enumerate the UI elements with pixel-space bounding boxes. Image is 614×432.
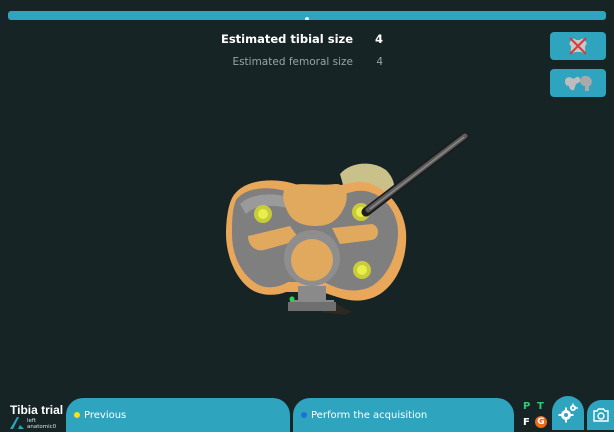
hide-femur-button[interactable] xyxy=(550,32,606,60)
tibial-size-label: Estimated tibial size xyxy=(220,32,353,46)
blue-dot-icon xyxy=(301,412,307,418)
bone-hidden-icon xyxy=(569,37,587,55)
side-label-line2: anatomic0 xyxy=(27,424,57,430)
settings-button[interactable] xyxy=(552,396,584,430)
tibial-size-value: 4 xyxy=(374,32,383,46)
previous-label: Previous xyxy=(84,409,127,421)
tibial-size-row: Estimated tibial size 4 xyxy=(218,32,418,46)
acquire-label: Perform the acquisition xyxy=(311,409,428,421)
femoral-size-row: Estimated femoral size 4 xyxy=(218,55,418,69)
tracker-p-status: P xyxy=(523,401,531,412)
femoral-size-label: Estimated femoral size xyxy=(232,56,353,68)
tracker-f-status: F xyxy=(523,417,530,428)
gears-icon xyxy=(558,403,578,423)
tracker-status-grid: P T F G xyxy=(520,399,550,430)
tracker-t-status: T xyxy=(537,401,544,412)
bone-icon xyxy=(565,75,592,91)
green-marker xyxy=(289,296,295,302)
yellow-dot-icon xyxy=(74,412,80,418)
logo-mark-icon xyxy=(10,417,24,429)
camera-icon xyxy=(592,408,609,422)
side-label: left anatomic0 xyxy=(27,418,56,430)
stem-base xyxy=(288,302,336,311)
keel-cement xyxy=(291,239,333,281)
screenshot-button[interactable] xyxy=(587,400,614,430)
previous-button[interactable]: Previous xyxy=(66,398,290,432)
perform-acquisition-button[interactable]: Perform the acquisition xyxy=(293,398,514,432)
mode-title: Tibia trial xyxy=(10,403,64,417)
show-femur-button[interactable] xyxy=(550,69,606,97)
femoral-size-value: 4 xyxy=(376,56,383,68)
tracker-g-status: G xyxy=(535,416,547,428)
size-estimates-panel: Estimated tibial size 4 Estimated femora… xyxy=(218,32,418,78)
